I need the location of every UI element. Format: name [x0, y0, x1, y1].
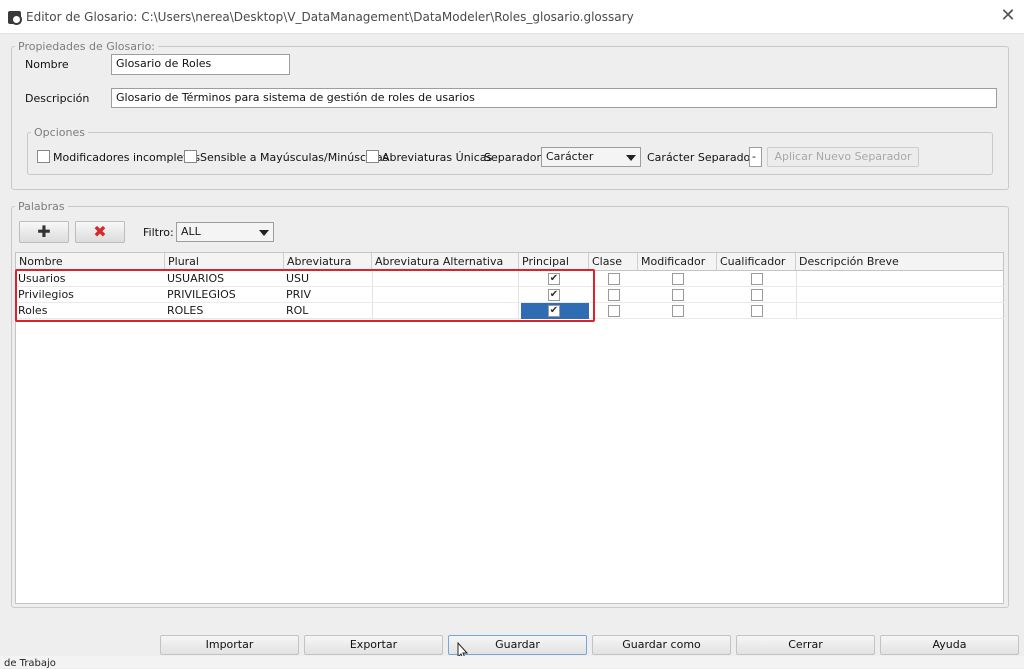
title-bar: Editor de Glosario: C:\Users\nerea\Deskt… [0, 0, 1024, 34]
modificador-checkbox[interactable] [672, 273, 684, 285]
chevron-down-icon [626, 155, 636, 161]
highlight-annotation [15, 269, 595, 322]
incomplete-modifiers-label: Modificadores incompletos [53, 151, 201, 164]
close-button[interactable]: Cerrar [736, 635, 875, 655]
clase-checkbox[interactable] [608, 305, 620, 317]
words-legend: Palabras [18, 200, 65, 213]
cell-descripcion[interactable] [796, 303, 1003, 319]
help-button[interactable]: Ayuda [880, 635, 1019, 655]
unique-abbrev-label: Abreviaturas Únicas [382, 151, 493, 164]
column-header[interactable]: Clase [589, 253, 638, 271]
cell-descripcion[interactable] [796, 271, 1003, 287]
clase-checkbox[interactable] [608, 273, 620, 285]
case-sensitive-checkbox[interactable] [184, 150, 197, 163]
cualificador-checkbox[interactable] [751, 289, 763, 301]
modificador-checkbox[interactable] [672, 305, 684, 317]
chevron-down-icon [259, 230, 269, 236]
properties-legend: Propiedades de Glosario: [18, 40, 156, 53]
save-as-button[interactable]: Guardar como [592, 635, 731, 655]
status-strip [0, 656, 1024, 668]
column-header[interactable]: Modificador [638, 253, 717, 271]
clase-checkbox[interactable] [608, 289, 620, 301]
filter-select[interactable]: ALL [176, 222, 274, 242]
status-text: de Trabajo [4, 658, 56, 669]
description-field[interactable]: Glosario de Términos para sistema de ges… [111, 88, 997, 108]
case-sensitive-label: Sensible a Mayúsculas/Minúsculas [200, 151, 389, 164]
close-icon[interactable]: ✕ [998, 6, 1018, 26]
separator-select[interactable]: Carácter [541, 147, 641, 167]
char-separator-field[interactable]: - [749, 147, 762, 167]
import-button[interactable]: Importar [160, 635, 299, 655]
separator-label: Separador: [484, 151, 545, 164]
incomplete-modifiers-checkbox[interactable] [37, 150, 50, 163]
delete-word-button[interactable]: ✖ [75, 221, 125, 243]
cell-descripcion[interactable] [796, 287, 1003, 303]
cualificador-checkbox[interactable] [751, 305, 763, 317]
filter-value: ALL [181, 225, 201, 238]
add-word-button[interactable]: ✚ [19, 221, 69, 243]
delete-icon: ✖ [93, 222, 107, 241]
export-button[interactable]: Exportar [304, 635, 443, 655]
description-label: Descripción [25, 92, 90, 105]
filter-label: Filtro: [143, 226, 174, 239]
separator-value: Carácter [546, 150, 594, 163]
column-header[interactable]: Descripción Breve [796, 253, 1003, 271]
column-header[interactable]: Cualificador [717, 253, 796, 271]
apply-separator-button[interactable]: Aplicar Nuevo Separador [767, 147, 919, 167]
cualificador-checkbox[interactable] [751, 273, 763, 285]
unique-abbrev-checkbox[interactable] [366, 150, 379, 163]
char-separator-label: Carácter Separador: [647, 151, 759, 164]
name-field[interactable]: Glosario de Roles [111, 54, 290, 75]
modificador-checkbox[interactable] [672, 289, 684, 301]
app-icon [8, 11, 22, 25]
plus-icon: ✚ [37, 222, 51, 241]
options-legend: Opciones [34, 126, 85, 139]
name-label: Nombre [25, 58, 69, 71]
window-title: Editor de Glosario: C:\Users\nerea\Deskt… [26, 10, 634, 24]
